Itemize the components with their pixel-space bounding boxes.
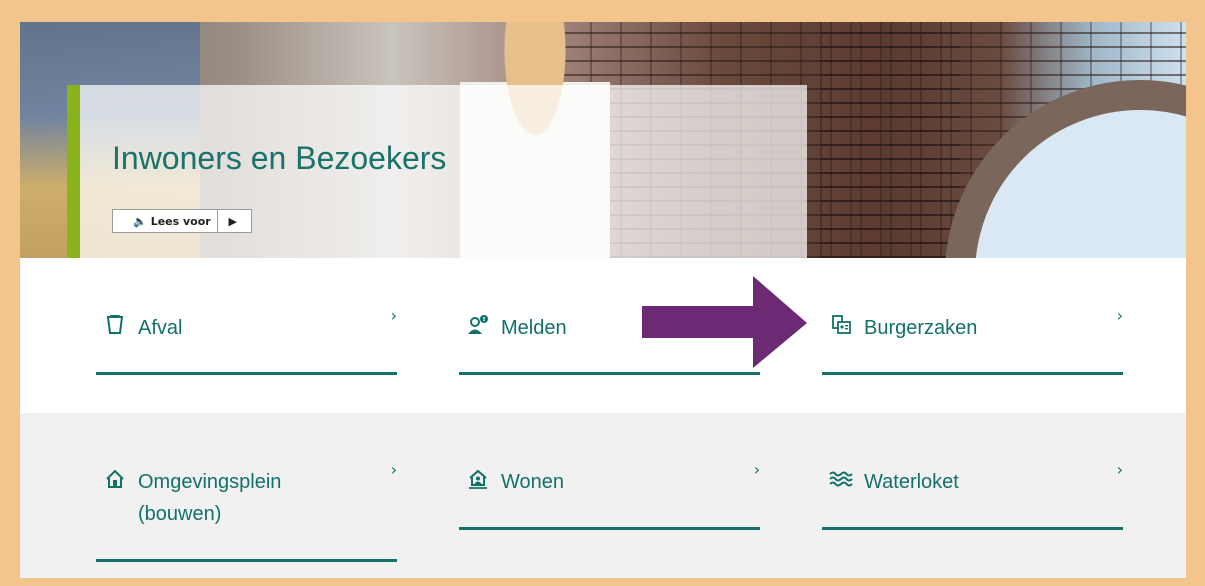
chevron-right-icon: › <box>390 460 397 479</box>
page-title: Inwoners en Bezoekers <box>112 140 447 176</box>
read-aloud-widget: 🔈 Lees voor ▶ <box>112 209 252 233</box>
annotation-arrow-icon <box>642 276 807 368</box>
tile-label: Melden <box>501 317 567 339</box>
play-button[interactable]: ▶ <box>218 210 248 232</box>
chevron-right-icon: › <box>1116 460 1123 479</box>
chevron-right-icon: › <box>753 460 760 479</box>
trash-icon <box>102 312 128 338</box>
tile-row: Afval › Melden › Burgerzaken › <box>20 258 1186 413</box>
speaker-icon: 🔈 <box>133 214 147 228</box>
tile-underline <box>96 559 397 562</box>
tile-wonen[interactable]: Wonen › <box>459 460 760 530</box>
tile-burgerzaken[interactable]: Burgerzaken › <box>822 306 1123 376</box>
tile-label: Wonen <box>501 471 565 493</box>
tile-waterloket[interactable]: Waterloket › <box>822 460 1123 530</box>
waves-icon <box>828 466 854 492</box>
tile-label: Afval <box>138 317 183 339</box>
chevron-right-icon: › <box>390 306 397 325</box>
tile-omgevingsplein[interactable]: Omgevingsplein (bouwen) › <box>96 460 397 562</box>
tile-underline <box>822 527 1123 530</box>
read-aloud-label: Lees voor <box>150 214 211 228</box>
house-person-icon <box>465 466 491 492</box>
tile-label: Burgerzaken <box>864 317 978 339</box>
tile-underline <box>459 372 760 375</box>
play-icon: ▶ <box>228 214 237 228</box>
tile-row: Omgevingsplein (bouwen) › Wonen › Waterl… <box>20 413 1186 578</box>
page-frame: Inwoners en Bezoekers 🔈 Lees voor ▶ Afva… <box>20 22 1186 578</box>
person-alert-icon <box>465 312 491 338</box>
chevron-right-icon: › <box>1116 306 1123 325</box>
tile-afval[interactable]: Afval › <box>96 306 397 376</box>
hero-banner: Inwoners en Bezoekers 🔈 Lees voor ▶ <box>20 22 1186 258</box>
tile-label: Waterloket <box>864 471 959 493</box>
tile-underline <box>822 372 1123 375</box>
tile-underline <box>459 527 760 530</box>
read-aloud-button[interactable]: 🔈 Lees voor <box>113 210 218 232</box>
hero-accent-bar <box>67 85 80 258</box>
tile-underline <box>96 372 397 375</box>
tile-label: Omgevingsplein <box>138 471 282 493</box>
id-document-icon <box>828 312 854 338</box>
house-icon <box>102 466 128 492</box>
tile-label-line2: (bouwen) <box>138 503 222 525</box>
